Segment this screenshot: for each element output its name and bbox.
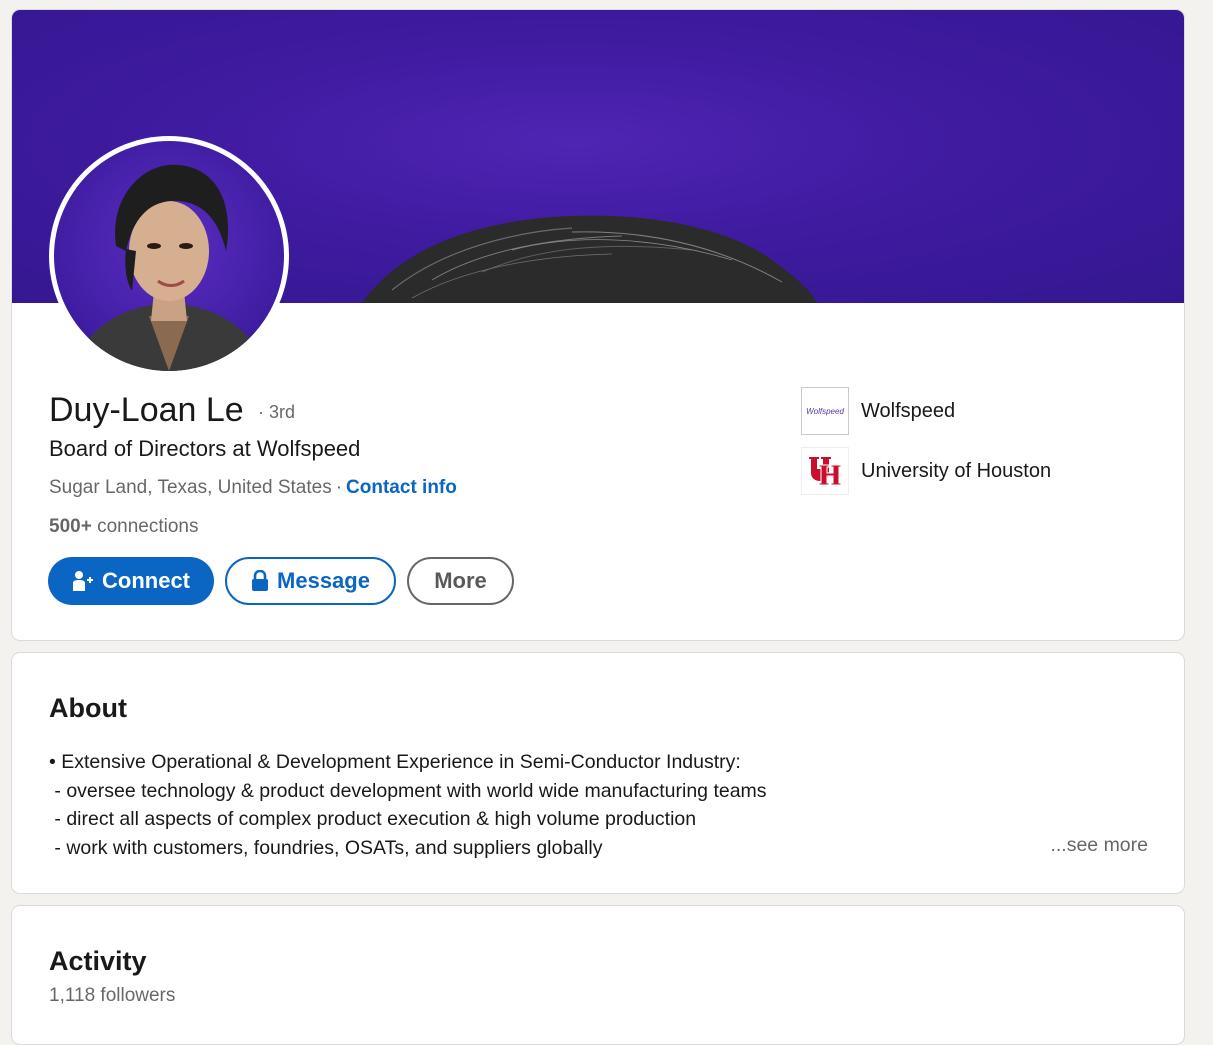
company-name: Wolfspeed — [861, 399, 956, 422]
connections-label: connections — [97, 516, 199, 537]
wolfspeed-logo-text: Wolfspeed — [806, 406, 844, 416]
location-text: Sugar Land, Texas, United States — [49, 477, 332, 498]
about-title: About — [49, 693, 127, 723]
wolfspeed-logo-icon: Wolfspeed — [801, 387, 849, 435]
profile-photo — [54, 141, 284, 371]
connection-degree: · 3rd — [258, 402, 296, 422]
about-line: • Extensive Operational & Development Ex… — [49, 751, 741, 773]
about-line: - work with customers, foundries, OSATs,… — [49, 837, 603, 860]
profile-name: Duy-Loan Le — [49, 391, 244, 429]
activity-section: Activity 1,118 followers — [11, 905, 1185, 1045]
more-label: More — [434, 568, 487, 593]
see-more-button[interactable]: ...see more — [1050, 834, 1148, 857]
about-section: About • Extensive Operational & Developm… — [11, 652, 1185, 894]
connections-count[interactable]: 500+ connections — [49, 516, 198, 538]
activity-title: Activity — [49, 946, 147, 976]
profile-card: Duy-Loan Le · 3rd Board of Directors at … — [11, 9, 1185, 641]
more-actions-button[interactable]: More — [407, 557, 514, 605]
contact-info-link[interactable]: Contact info — [346, 477, 457, 498]
lock-icon — [251, 570, 269, 592]
connect-button[interactable]: Connect — [48, 557, 214, 605]
add-person-icon — [72, 570, 94, 592]
education-university-of-houston[interactable]: University of Houston — [801, 447, 1051, 495]
school-name: University of Houston — [861, 459, 1052, 482]
message-button[interactable]: Message — [225, 557, 396, 605]
connections-number: 500+ — [49, 516, 92, 537]
about-text: • Extensive Operational & Development Ex… — [49, 748, 767, 863]
about-line: - direct all aspects of complex product … — [49, 808, 697, 831]
current-company-wolfspeed[interactable]: Wolfspeed Wolfspeed — [801, 387, 955, 435]
followers-count: 1,118 followers — [49, 985, 176, 1006]
location-line: Sugar Land, Texas, United States · Contact… — [49, 477, 457, 499]
profile-avatar[interactable] — [49, 136, 289, 376]
about-line: - oversee technology & product developme… — [49, 779, 767, 802]
location-separator: · — [335, 477, 343, 498]
profile-headline: Board of Directors at Wolfspeed — [49, 436, 361, 461]
message-label: Message — [277, 568, 370, 593]
connect-label: Connect — [102, 568, 190, 593]
uh-logo-icon — [801, 447, 849, 495]
